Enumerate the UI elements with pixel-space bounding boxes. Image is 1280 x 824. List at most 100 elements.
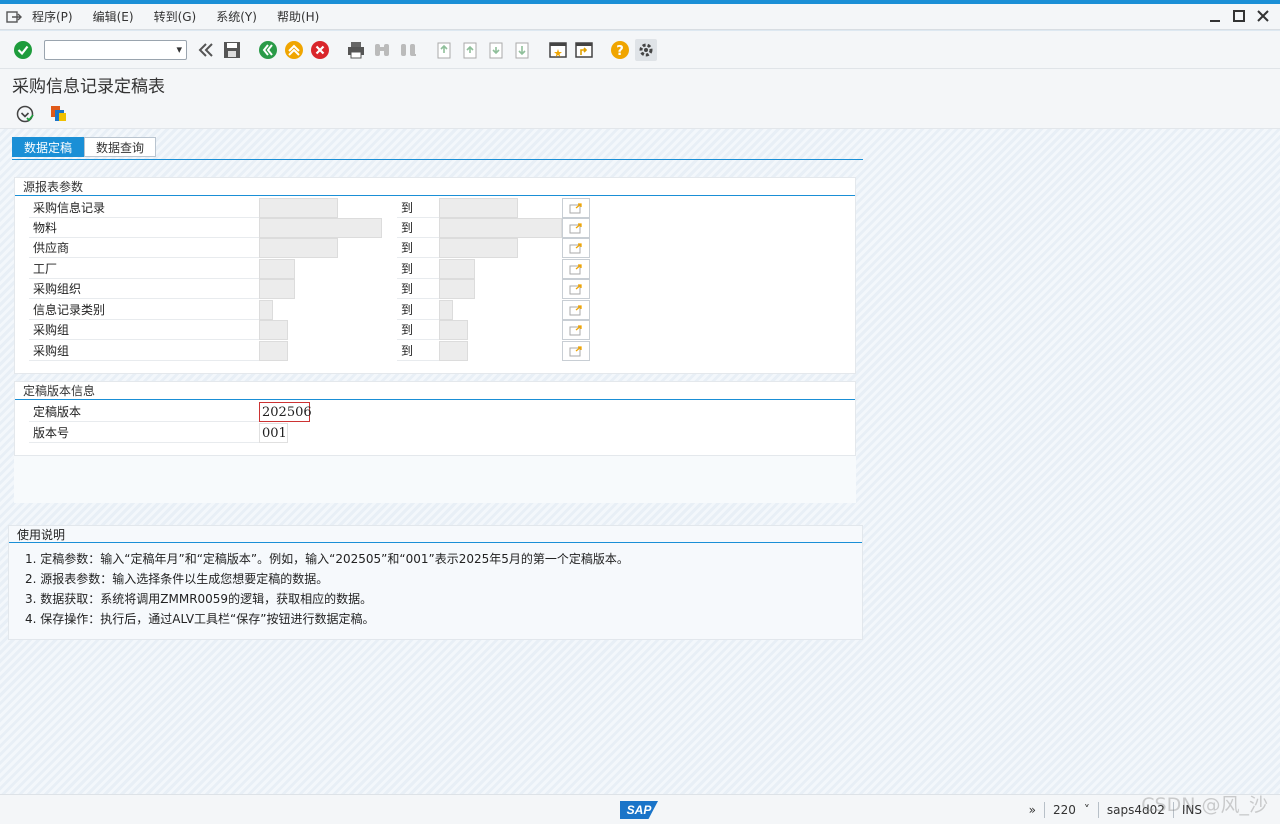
menu-help[interactable]: 帮助(H) <box>277 8 319 25</box>
version-number-label: 版本号 <box>29 423 272 443</box>
close-window-icon[interactable] <box>1256 9 1270 23</box>
main-content: 数据定稿 数据查询 源报表参数 采购信息记录 到 物料 到 供应商 到 工厂 到… <box>0 129 1280 794</box>
select-row-plant: 工厂 到 <box>15 259 855 279</box>
version-input[interactable]: 202506 <box>259 402 312 422</box>
info-category-to-input[interactable] <box>439 300 453 320</box>
version-number-input[interactable]: 001 <box>259 423 288 443</box>
select-row-info-category: 信息记录类别 到 <box>15 300 855 320</box>
info-record-from-input[interactable] <box>259 198 338 218</box>
row-label: 信息记录类别 <box>29 300 272 320</box>
help-icon[interactable]: ? <box>609 39 631 61</box>
material-from-input[interactable] <box>259 218 382 238</box>
tab-data-finalize[interactable]: 数据定稿 <box>12 137 85 157</box>
select-row-purch-group: 采购组 到 <box>15 320 855 340</box>
first-page-icon[interactable] <box>433 39 455 61</box>
print-icon[interactable] <box>345 39 367 61</box>
multiple-selection-icon[interactable] <box>562 279 590 299</box>
version-info-group: 定稿版本信息 定稿版本 202506 版本号 001 <box>14 381 856 456</box>
minimize-icon[interactable] <box>1208 9 1222 23</box>
purch-group2-from-input[interactable] <box>259 341 288 361</box>
status-expand-icon[interactable]: » <box>1029 803 1036 817</box>
menu-goto[interactable]: 转到(G) <box>154 8 197 25</box>
to-label: 到 <box>397 320 439 340</box>
row-label: 采购组 <box>29 320 272 340</box>
shortcut-icon[interactable] <box>573 39 595 61</box>
sap-logo: SAP <box>620 801 658 819</box>
save-icon[interactable] <box>221 39 243 61</box>
multiple-selection-icon[interactable] <box>562 341 590 361</box>
version-label: 定稿版本 <box>29 402 272 422</box>
version-number-row: 版本号 001 <box>15 423 855 443</box>
select-row-purch-group-2: 采购组 到 <box>15 341 855 361</box>
to-label: 到 <box>397 259 439 279</box>
to-label: 到 <box>397 300 439 320</box>
plant-from-input[interactable] <box>259 259 295 279</box>
purch-group-from-input[interactable] <box>259 320 288 340</box>
info-category-from-input[interactable] <box>259 300 273 320</box>
vendor-from-input[interactable] <box>259 238 338 258</box>
status-bar: SAP » 220 ˅ saps4d02 INS <box>0 794 1280 824</box>
multiple-selection-icon[interactable] <box>562 320 590 340</box>
maximize-icon[interactable] <box>1232 9 1246 23</box>
cancel-icon[interactable] <box>309 39 331 61</box>
row-label: 供应商 <box>29 238 272 258</box>
menu-system[interactable]: 系统(Y) <box>216 8 257 25</box>
enter-check-icon[interactable] <box>12 39 34 61</box>
menu-icon[interactable] <box>6 10 22 24</box>
tab-data-query[interactable]: 数据查询 <box>84 137 157 157</box>
menu-program[interactable]: 程序(P) <box>32 8 73 25</box>
usage-notes-title: 使用说明 <box>9 526 862 543</box>
plant-to-input[interactable] <box>439 259 475 279</box>
list-item: 2. 源报表参数：输入选择条件以生成您想要定稿的数据。 <box>25 571 329 586</box>
select-row-purch-org: 采购组织 到 <box>15 279 855 299</box>
customize-layout-icon[interactable] <box>635 38 657 61</box>
blank-panel <box>14 456 856 503</box>
tab-strip: 数据定稿 数据查询 <box>12 137 157 157</box>
multiple-selection-icon[interactable] <box>562 300 590 320</box>
source-params-title: 源报表参数 <box>15 178 855 196</box>
multiple-selection-icon[interactable] <box>562 218 590 238</box>
collapse-command-icon[interactable] <box>195 39 217 61</box>
row-label: 工厂 <box>29 259 272 279</box>
source-params-group: 源报表参数 采购信息记录 到 物料 到 供应商 到 工厂 到 采购组织 到 信息… <box>14 177 856 374</box>
menu-edit[interactable]: 编辑(E) <box>93 8 134 25</box>
list-item: 3. 数据获取：系统将调用ZMMR0059的逻辑，获取相应的数据。 <box>25 591 373 606</box>
purch-org-to-input[interactable] <box>439 279 475 299</box>
multiple-selection-icon[interactable] <box>562 198 590 218</box>
standard-toolbar: ▾ ? <box>0 31 1280 69</box>
select-row-material: 物料 到 <box>15 218 855 238</box>
chevron-down-icon[interactable]: ▾ <box>176 43 182 56</box>
row-label: 采购组织 <box>29 279 272 299</box>
vendor-to-input[interactable] <box>439 238 518 258</box>
command-field[interactable]: ▾ <box>44 39 187 60</box>
row-label: 采购信息记录 <box>29 198 272 218</box>
execute-icon[interactable] <box>14 103 36 125</box>
next-page-icon[interactable] <box>485 39 507 61</box>
to-label: 到 <box>397 341 439 361</box>
previous-page-icon[interactable] <box>459 39 481 61</box>
to-label: 到 <box>397 198 439 218</box>
material-to-input[interactable] <box>439 218 562 238</box>
chevron-down-icon[interactable]: ˅ <box>1084 803 1090 817</box>
variant-icon[interactable] <box>48 103 70 125</box>
version-row: 定稿版本 202506 <box>15 402 855 422</box>
usage-notes-panel: 使用说明 1. 定稿参数：输入“定稿年月”和“定稿版本”。例如，输入“20250… <box>8 525 863 640</box>
to-label: 到 <box>397 238 439 258</box>
find-next-icon[interactable] <box>397 39 419 61</box>
multiple-selection-icon[interactable] <box>562 259 590 279</box>
find-icon[interactable] <box>371 39 393 61</box>
exit-icon[interactable] <box>283 39 305 61</box>
list-item: 4. 保存操作：执行后，通过ALV工具栏“保存”按钮进行数据定稿。 <box>25 611 375 626</box>
new-session-icon[interactable] <box>547 39 569 61</box>
last-page-icon[interactable] <box>511 39 533 61</box>
select-row-info-record: 采购信息记录 到 <box>15 198 855 218</box>
info-record-to-input[interactable] <box>439 198 518 218</box>
purch-group2-to-input[interactable] <box>439 341 468 361</box>
multiple-selection-icon[interactable] <box>562 238 590 258</box>
select-row-vendor: 供应商 到 <box>15 238 855 258</box>
purch-group-to-input[interactable] <box>439 320 468 340</box>
to-label: 到 <box>397 218 439 238</box>
row-label: 采购组 <box>29 341 272 361</box>
purch-org-from-input[interactable] <box>259 279 295 299</box>
back-icon[interactable] <box>257 39 279 61</box>
